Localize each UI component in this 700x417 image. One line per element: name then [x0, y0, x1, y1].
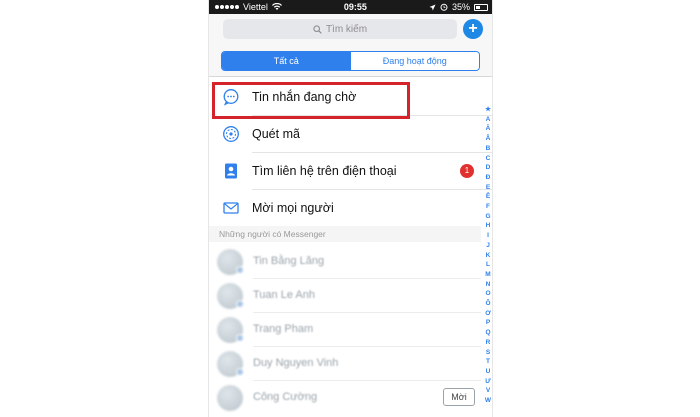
tab-active-now[interactable]: Đang hoạt động — [350, 52, 479, 70]
index-letter[interactable]: D — [486, 163, 491, 173]
index-letter[interactable]: K — [486, 251, 491, 261]
contact-row[interactable]: Tuan Le Anh — [209, 279, 481, 313]
tab-all[interactable]: Tất cả — [222, 52, 351, 70]
index-letter[interactable]: E — [486, 183, 490, 193]
index-letter[interactable]: I — [487, 231, 489, 241]
avatar — [217, 385, 243, 411]
status-bar: Viettel 09:55 35% — [209, 0, 492, 14]
menu-item-scan-code[interactable]: Quét mã — [209, 115, 492, 152]
contact-name: Trang Pham — [253, 323, 314, 335]
screen: Viettel 09:55 35% Tìm kiếm + Tất cả Đang… — [0, 0, 700, 417]
index-letter[interactable]: Ê — [486, 192, 490, 202]
index-letter[interactable]: ★ — [485, 105, 491, 115]
search-icon — [313, 24, 322, 34]
contact-row[interactable]: Trang Pham — [209, 313, 481, 347]
index-letter[interactable]: Đ — [486, 173, 491, 183]
contact-row[interactable]: Công Cường Mời — [209, 381, 481, 415]
alphabet-index-scrubber[interactable]: ★ A Ă Â B C D Đ E Ê F G H I J K L M N O Ô Ơ P Q R S T U Ư V W — [483, 105, 492, 417]
menu-item-label: Mời mọi người — [252, 200, 334, 215]
contact-name: Duy Nguyen Vinh — [253, 357, 339, 369]
index-letter[interactable]: T — [486, 357, 490, 367]
signal-dots-icon — [215, 5, 239, 9]
segment-group: Tất cả Đang hoạt động — [221, 51, 480, 71]
index-letter[interactable]: W — [485, 396, 491, 406]
battery-icon — [474, 3, 488, 11]
index-letter[interactable]: M — [485, 270, 490, 280]
section-header: Những người có Messenger — [209, 226, 481, 242]
avatar — [217, 317, 244, 343]
contact-name: Tuan Le Anh — [253, 289, 315, 301]
index-letter[interactable]: A — [486, 115, 491, 125]
index-letter[interactable]: B — [486, 144, 491, 154]
search-placeholder: Tìm kiếm — [325, 23, 368, 35]
menu-item-label: Tìm liên hệ trên điện thoại — [252, 163, 397, 178]
location-icon — [429, 4, 436, 10]
status-time: 09:55 — [343, 2, 367, 12]
alarm-clock-icon — [440, 3, 448, 11]
menu-item-find-phone-contacts[interactable]: Tìm liên hệ trên điện thoại 1 — [209, 152, 492, 189]
invite-button[interactable]: Mời — [443, 388, 475, 406]
battery-percent: 35% — [451, 2, 470, 12]
envelope-icon — [223, 201, 239, 214]
index-letter[interactable]: V — [486, 386, 490, 396]
index-letter[interactable]: S — [486, 348, 490, 358]
wifi-icon — [271, 3, 282, 10]
index-letter[interactable]: Ă — [486, 124, 491, 134]
index-letter[interactable]: O — [485, 289, 490, 299]
add-contact-button[interactable]: + — [463, 19, 483, 39]
index-letter[interactable]: Ô — [485, 299, 490, 309]
index-letter[interactable]: P — [486, 318, 490, 328]
index-letter[interactable]: C — [486, 154, 491, 164]
contact-row[interactable]: Tin Bằng Lăng — [209, 245, 481, 279]
index-letter[interactable]: G — [485, 212, 490, 222]
messenger-contacts-screen: Viettel 09:55 35% Tìm kiếm + Tất cả Đang… — [208, 0, 493, 417]
avatar — [217, 249, 244, 275]
messenger-badge-icon — [236, 334, 244, 342]
contact-name: Tin Bằng Lăng — [253, 255, 325, 267]
highlight-annotation-box — [212, 82, 410, 119]
avatar — [217, 283, 244, 309]
menu-item-invite-people[interactable]: Mời mọi người — [209, 189, 492, 226]
messenger-badge-icon — [236, 368, 244, 376]
index-letter[interactable]: F — [486, 202, 490, 212]
filter-segmented-control: Tất cả Đang hoạt động — [209, 44, 492, 77]
index-letter[interactable]: U — [486, 367, 491, 377]
index-letter[interactable]: J — [486, 241, 490, 251]
index-letter[interactable]: N — [486, 280, 491, 290]
contact-name: Công Cường — [253, 391, 318, 403]
carrier-label: Viettel — [243, 2, 268, 12]
index-letter[interactable]: Ư — [485, 377, 490, 387]
messenger-badge-icon — [236, 266, 244, 274]
avatar — [217, 351, 244, 377]
messenger-badge-icon — [236, 300, 244, 308]
contact-card-icon — [225, 163, 237, 178]
search-bar: Tìm kiếm + — [209, 14, 492, 44]
menu-item-label: Quét mã — [252, 126, 300, 141]
search-input[interactable]: Tìm kiếm — [223, 19, 457, 39]
contact-row[interactable]: Duy Nguyen Vinh — [209, 347, 481, 381]
index-letter[interactable]: L — [486, 260, 490, 270]
qr-scan-icon — [223, 125, 239, 142]
index-letter[interactable]: Q — [485, 328, 490, 338]
index-letter[interactable]: H — [486, 221, 491, 231]
index-letter[interactable]: R — [486, 338, 491, 348]
index-letter[interactable]: Ơ — [485, 309, 491, 319]
notification-badge: 1 — [460, 163, 474, 178]
index-letter[interactable]: Â — [486, 134, 491, 144]
